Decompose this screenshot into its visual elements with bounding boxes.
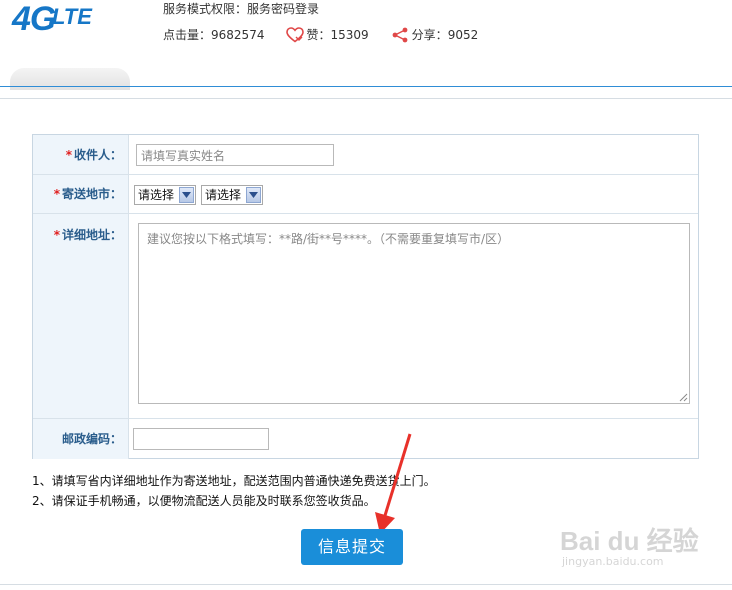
footer-divider: [0, 584, 732, 585]
resize-grip-icon[interactable]: [679, 393, 688, 402]
city-row: * 寄送地市： 请选择 请选择: [33, 175, 698, 214]
share-button[interactable]: 分享： 9052: [391, 26, 479, 43]
like-button[interactable]: 赞： 15309: [286, 26, 369, 43]
required-star: *: [53, 187, 60, 201]
chevron-down-icon[interactable]: [179, 187, 194, 203]
stats-row: 点击量： 9682574 赞： 15309 分享： 9052: [163, 26, 500, 43]
recipient-label-text: 收件人：: [73, 148, 122, 162]
city-label-text: 寄送地市：: [61, 187, 122, 201]
required-star: *: [53, 228, 60, 242]
watermark-sub: jingyan.baidu.com: [562, 555, 664, 568]
header-divider: [0, 86, 732, 87]
likes-label: 赞：: [306, 28, 331, 42]
likes-value: 15309: [330, 27, 369, 42]
logo-lte-text: LTE: [52, 4, 92, 29]
annotation-arrow-icon: [375, 433, 412, 534]
city-label: * 寄送地市：: [33, 175, 129, 213]
address-label-text: 详细地址：: [61, 228, 122, 242]
recipient-name-input[interactable]: 请填写真实姓名: [136, 144, 334, 166]
baidu-watermark: Bai du 经验 jingyan.baidu.com: [560, 515, 700, 575]
chevron-down-icon[interactable]: [246, 187, 261, 203]
recipient-row: * 收件人： 请填写真实姓名: [33, 135, 698, 175]
share-icon: [392, 27, 408, 42]
views-stat: 点击量： 9682574: [163, 26, 264, 43]
shares-label: 分享：: [411, 28, 448, 42]
district-select-value: 请选择: [205, 188, 242, 202]
permission-value: 服务密码登录: [247, 2, 320, 16]
district-select[interactable]: 请选择: [201, 185, 263, 205]
zip-code-input[interactable]: [133, 428, 269, 450]
required-star: *: [65, 148, 72, 162]
header-divider-light: [0, 98, 732, 99]
city-select[interactable]: 请选择: [134, 185, 196, 205]
views-label: 点击量：: [163, 28, 212, 42]
address-placeholder: 建议您按以下格式填写：**路/街**号****。（不需要重复填写市/区）: [147, 232, 510, 246]
recipient-label: * 收件人：: [33, 135, 129, 174]
address-textarea[interactable]: 建议您按以下格式填写：**路/街**号****。（不需要重复填写市/区）: [138, 223, 690, 404]
logo-4g-text: 4G: [12, 0, 56, 38]
city-select-value: 请选择: [138, 188, 175, 202]
shares-value: 9052: [447, 27, 479, 42]
permission-label: 服务模式权限：: [163, 2, 248, 16]
views-value: 9682574: [211, 27, 265, 42]
zip-row: 邮政编码：: [33, 419, 698, 459]
permission-row: 服务模式权限：服务密码登录: [163, 0, 319, 17]
zip-label: 邮政编码：: [33, 419, 129, 459]
submit-button[interactable]: 信息提交: [301, 529, 403, 565]
shipping-form: * 收件人： 请填写真实姓名 * 寄送地市： 请选择 请选择 * 详细地址： 建…: [32, 134, 699, 459]
watermark-main: Bai du 经验: [560, 526, 699, 556]
address-row: * 详细地址： 建议您按以下格式填写：**路/街**号****。（不需要重复填写市…: [33, 214, 698, 419]
heart-icon: [286, 26, 305, 43]
brand-logo: 4G LTE: [12, 0, 132, 48]
address-label: * 详细地址：: [33, 214, 129, 418]
